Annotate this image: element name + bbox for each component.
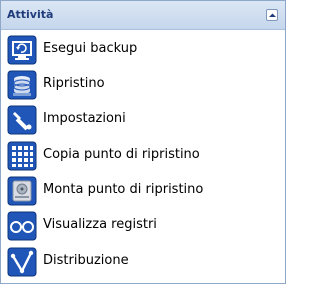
restore-icon [7,70,37,100]
collapse-button[interactable] [266,9,278,21]
glasses-icon [7,211,37,241]
task-distribution[interactable]: Distribuzione [7,247,279,277]
task-label: Copia punto di ripristino [43,147,200,162]
task-label: Visualizza registri [43,217,157,232]
panel-title: Attività [7,8,54,21]
panel-header: Attività [1,1,285,30]
task-copy-recovery-point[interactable]: Copia punto di ripristino [7,141,279,171]
task-mount-recovery-point[interactable]: Monta punto di ripristino [7,176,279,206]
task-backup[interactable]: Esegui backup [7,35,279,65]
task-restore[interactable]: Ripristino [7,70,279,100]
wrench-icon [7,105,37,135]
distribution-icon [7,247,37,277]
task-label: Monta punto di ripristino [43,182,204,197]
task-label: Ripristino [43,76,105,91]
tasks-panel: Attività Esegui backup Ripristino Impost… [0,0,286,284]
task-label: Impostazioni [43,111,126,126]
task-view-logs[interactable]: Visualizza registri [7,211,279,241]
task-label: Distribuzione [43,253,129,268]
backup-icon [7,35,37,65]
copy-grid-icon [7,141,37,171]
task-settings[interactable]: Impostazioni [7,105,279,135]
chevron-up-icon [269,13,276,17]
task-label: Esegui backup [43,41,138,56]
drive-icon [7,176,37,206]
